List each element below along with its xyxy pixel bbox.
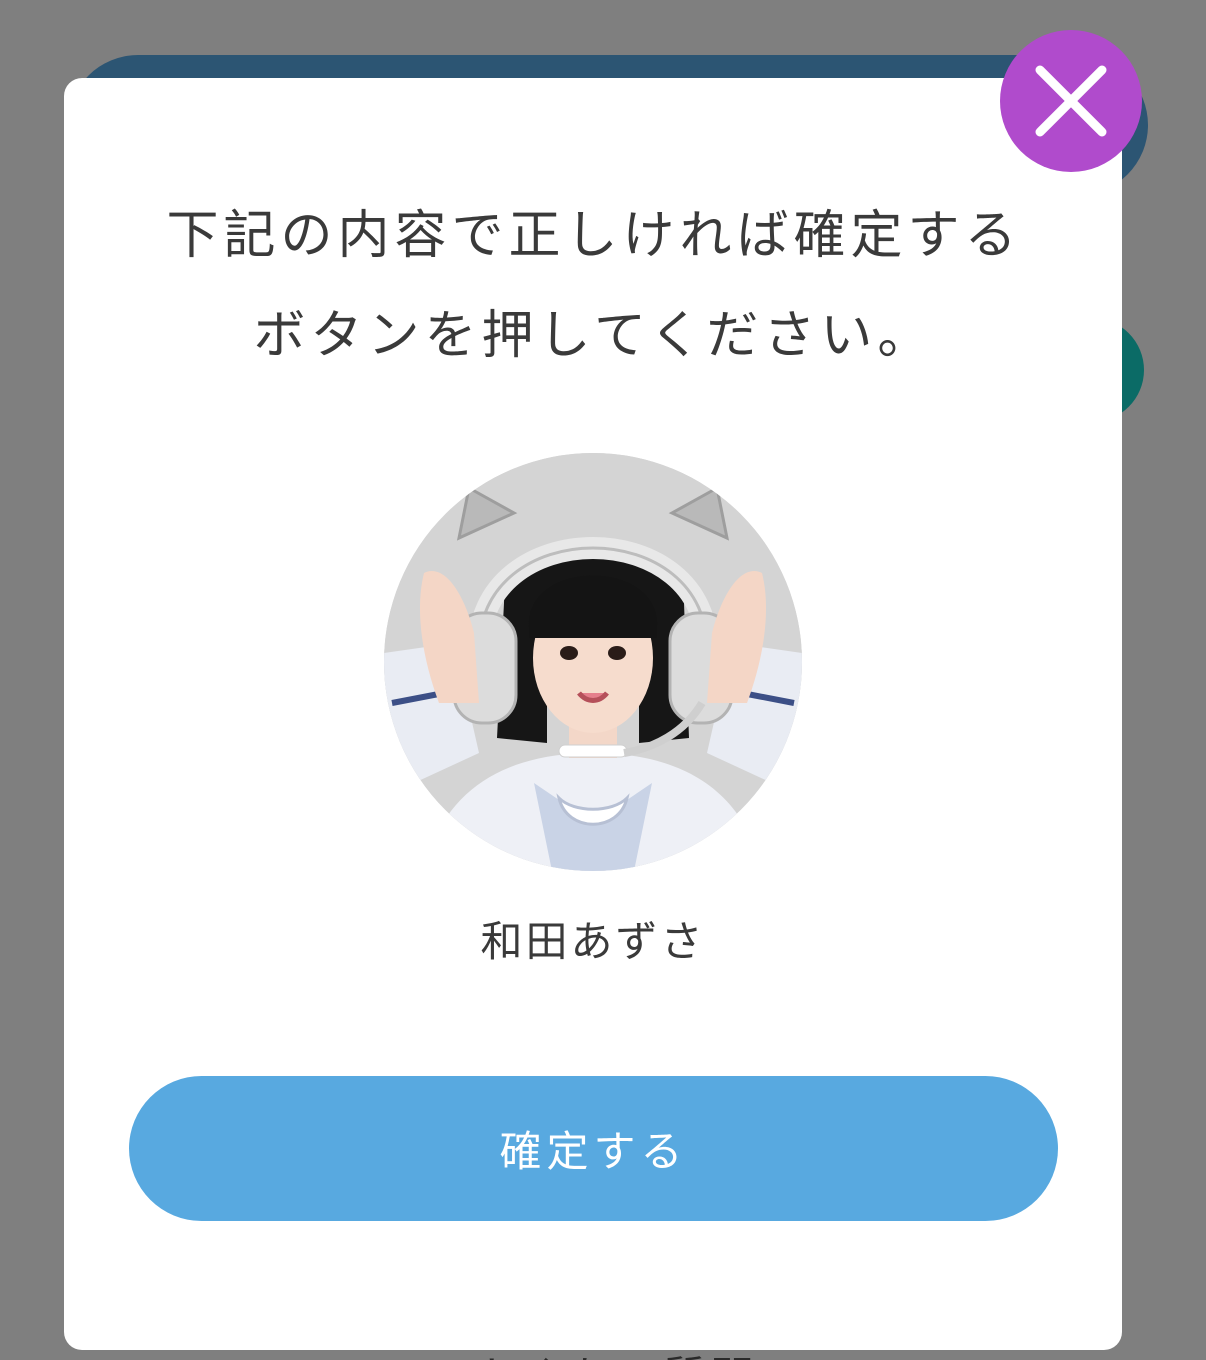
member-name: 和田あずさ [480,917,706,966]
dialog-message: 下記の内容で正しければ確定する ボタンを押してください。 [0,186,1188,386]
member-photo [384,453,802,871]
dialog-message-line-2: ボタンを押してください。 [253,306,935,366]
dialog-message-line-1: 下記の内容で正しければ確定する [166,206,1022,266]
member-avatar [384,453,802,871]
confirm-button[interactable]: 確定する [129,1076,1058,1221]
confirmation-dialog: 下記の内容で正しければ確定する ボタンを押してください。 和田あずさ 確定する [64,78,1122,1350]
close-button[interactable] [1000,30,1142,172]
screen: よくある質問 下記の内容で正しければ確定する ボタンを押してください。 [0,0,1206,1360]
close-icon [1035,65,1107,137]
